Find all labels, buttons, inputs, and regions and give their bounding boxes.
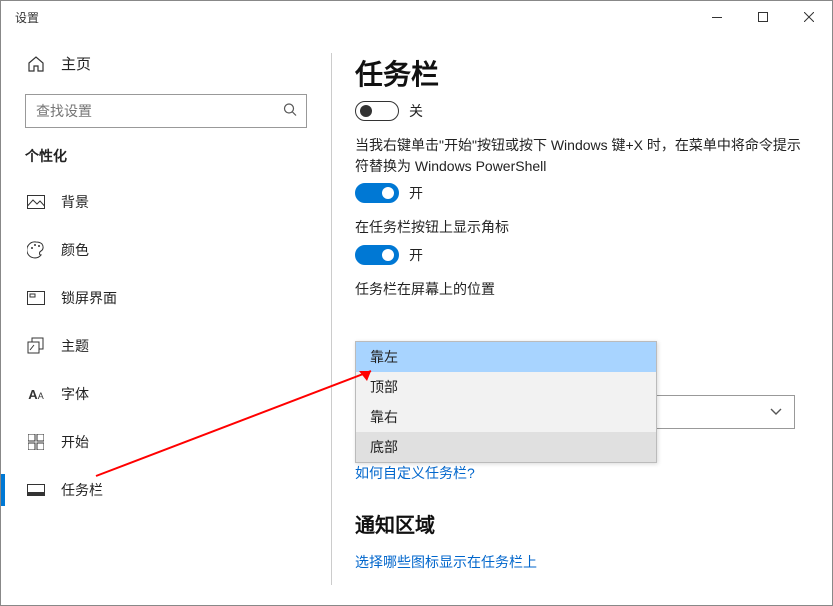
toggle-1[interactable] [355, 101, 399, 121]
position-title: 任务栏在屏幕上的位置 [355, 279, 804, 299]
maximize-icon [758, 12, 768, 22]
customize-link[interactable]: 如何自定义任务栏? [355, 463, 804, 483]
badge-description: 在任务栏按钮上显示角标 [355, 217, 804, 237]
sidebar-item-label: 锁屏界面 [61, 288, 117, 308]
toggle-3-label: 开 [409, 245, 423, 265]
search-icon [283, 103, 297, 120]
chevron-down-icon [770, 405, 782, 419]
title-bar: 设置 [1, 1, 832, 33]
taskbar-icon [27, 481, 45, 499]
sidebar-item-label: 字体 [61, 384, 89, 404]
home-icon [27, 55, 45, 73]
sidebar-item-label: 颜色 [61, 240, 89, 260]
notification-section-title: 通知区域 [355, 509, 804, 538]
dropdown-option-top[interactable]: 顶部 [356, 372, 656, 402]
sidebar-item-label: 任务栏 [61, 480, 103, 500]
powershell-description: 当我右键单击"开始"按钮或按下 Windows 键+X 时，在菜单中将命令提示符… [355, 135, 804, 177]
search-field[interactable] [25, 94, 307, 128]
page-title: 任务栏 [355, 53, 804, 93]
dropdown-option-bottom[interactable]: 底部 [356, 432, 656, 462]
picture-icon [27, 193, 45, 211]
sidebar-item-label: 开始 [61, 432, 89, 452]
sidebar-item-themes[interactable]: 主题 [1, 322, 331, 370]
toggle-2[interactable] [355, 183, 399, 203]
sidebar-item-taskbar[interactable]: 任务栏 [1, 466, 331, 514]
search-input[interactable] [25, 94, 307, 128]
sidebar-item-start[interactable]: 开始 [1, 418, 331, 466]
sidebar-item-background[interactable]: 背景 [1, 178, 331, 226]
sidebar-item-colors[interactable]: 颜色 [1, 226, 331, 274]
window-controls [694, 1, 832, 33]
toggle-3[interactable] [355, 245, 399, 265]
dropdown-option-left[interactable]: 靠左 [356, 342, 656, 372]
toggle-2-label: 开 [409, 183, 423, 203]
sidebar-item-lockscreen[interactable]: 锁屏界面 [1, 274, 331, 322]
close-button[interactable] [786, 1, 832, 33]
home-button[interactable]: 主页 [1, 53, 331, 94]
toggle-1-label: 关 [409, 101, 423, 121]
dropdown-option-right[interactable]: 靠右 [356, 402, 656, 432]
sidebar-item-fonts[interactable]: AA 字体 [1, 370, 331, 418]
minimize-icon [712, 17, 722, 18]
fonts-icon: AA [27, 385, 45, 403]
lockscreen-icon [27, 289, 45, 307]
palette-icon [27, 241, 45, 259]
home-label: 主页 [61, 53, 91, 74]
content-area: 任务栏 关 当我右键单击"开始"按钮或按下 Windows 键+X 时，在菜单中… [331, 33, 832, 605]
close-icon [804, 12, 814, 22]
minimize-button[interactable] [694, 1, 740, 33]
themes-icon [27, 337, 45, 355]
select-icons-link[interactable]: 选择哪些图标显示在任务栏上 [355, 554, 537, 570]
window-title: 设置 [15, 9, 39, 26]
sidebar-item-label: 背景 [61, 192, 89, 212]
maximize-button[interactable] [740, 1, 786, 33]
section-header: 个性化 [1, 146, 331, 178]
sidebar: 主页 个性化 背景 颜色 锁屏界面 [1, 33, 331, 605]
position-dropdown-list: 靠左 顶部 靠右 底部 [355, 341, 657, 463]
start-icon [27, 433, 45, 451]
sidebar-item-label: 主题 [61, 336, 89, 356]
